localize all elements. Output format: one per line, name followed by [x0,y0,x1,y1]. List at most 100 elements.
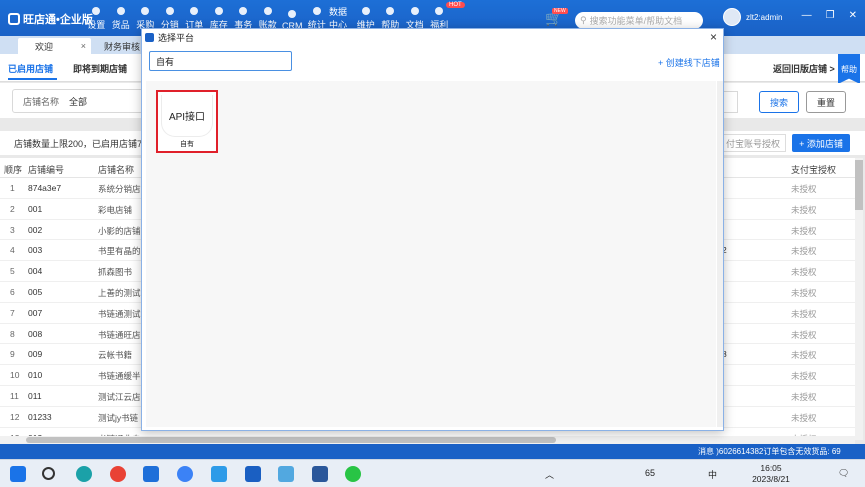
cell-num: 1 [10,183,15,193]
close-window-button[interactable]: ✕ [849,10,857,21]
cell-name: 测试jy书链 [98,412,139,423]
menu-icon [165,7,174,15]
header-store-no: 店铺编号 [28,165,65,175]
cell-no: 010 [28,370,43,381]
tray-number: 65 [645,468,656,478]
close-tab-icon[interactable]: × [81,41,86,51]
tray-chevron-icon[interactable]: ︿ [545,468,554,481]
cell-ali: 未授权 [791,246,817,257]
cell-no: 01233 [28,411,52,422]
menu-icon [263,7,272,15]
cell-num: 8 [10,328,15,339]
new-badge: NEW [552,8,568,14]
cell-ali: 未授权 [791,412,817,423]
cell-name: 彩电店铺 [98,204,133,215]
horizontal-scroll-thumb[interactable] [26,437,556,443]
tab-enabled-stores[interactable]: 已启用店铺 [8,62,58,80]
wangdiantong-icon[interactable] [211,466,227,482]
menu-search-input[interactable]: ⚲ 搜索功能菜单/帮助文档 [575,12,703,29]
restore-button[interactable]: ❐ [826,10,835,21]
dialog-titlebar: 选择平台 × [142,29,723,45]
menu-item[interactable]: 货品 [109,4,134,34]
status-message[interactable]: 消息 )60266143​82订单包含无效货品: 69 [698,446,841,457]
menu-icon [361,7,370,15]
tab-welcome[interactable]: 欢迎 × [18,38,91,54]
cell-ali: 未授权 [791,371,817,382]
cell-no: 008 [28,328,43,339]
dialog-close-button[interactable]: × [710,30,717,44]
status-bar: 消息 )60266143​82订单包含无效货品: 69 [0,444,865,459]
mail-icon[interactable] [278,466,294,482]
chrome-icon[interactable] [110,466,126,482]
cell-ali: 未授权 [791,204,817,215]
cell-name: 小影的店铺 [98,225,141,236]
clock-time: 16:05 [760,463,782,473]
cell-name: 云帐书籍 [98,350,133,361]
tab-finance-audit[interactable]: 财务审核 [104,38,140,54]
brand-name: 旺店通•企业版 [23,14,93,26]
notification-icon[interactable]: 🗨 [838,468,849,479]
cell-num: 4 [10,245,15,256]
add-store-button[interactable]: + 添加店铺 [792,134,850,152]
menu-icon [386,7,395,15]
cell-no: 005 [28,286,43,297]
tab-expiring-stores[interactable]: 即将到期店铺 [73,62,127,75]
search-app-icon[interactable] [177,466,193,482]
word-icon[interactable] [312,466,328,482]
wechat-icon[interactable] [345,466,361,482]
alipay-auth-button[interactable]: 付宝账号授权 [721,134,786,152]
edge-icon[interactable] [76,466,92,482]
tab-label: 财务审核 [104,41,141,52]
dialog-title: 选择平台 [158,32,195,43]
search-placeholder: 搜索功能菜单/帮助文档 [589,16,683,26]
reset-button[interactable]: 重置 [806,91,846,113]
cell-ali: 未授权 [791,287,817,298]
app-icon[interactable] [143,466,159,482]
cell-ali: 未授权 [791,391,817,402]
platform-card-api[interactable]: API接口 自有 [156,90,218,153]
menu-icon [190,7,199,15]
windows-start-icon[interactable] [10,466,26,482]
cell-num: 10 [10,370,20,381]
search-icon: ⚲ [580,15,587,25]
clock[interactable]: 16:05 2023/8/21 [750,463,792,485]
cell-num: 7 [10,307,15,318]
username[interactable]: zlt2:admin [746,13,782,22]
cell-no: 002 [28,224,43,235]
cell-no: 011 [28,390,42,401]
menu-icon [214,7,223,15]
dialog-scrollbar[interactable] [717,81,723,427]
cell-num: 6 [10,286,15,297]
select-platform-dialog: 选择平台 × + 创建线下店铺 API接口 自有 [141,28,724,431]
cell-no: 009 [28,349,43,360]
cell-ali: 未授权 [791,225,817,236]
minimize-button[interactable]: — [802,10,812,21]
platform-label: 自有 [180,141,194,148]
cell-num: 2 [10,203,15,214]
cell-name: 书链通测试 [98,308,141,319]
search-icon[interactable] [42,467,55,480]
clock-date: 2023/8/21 [752,474,790,484]
avatar[interactable] [723,8,741,26]
dialog-app-icon [145,32,154,42]
wangdiantong-active-icon[interactable] [245,466,261,482]
cell-num: 12 [10,411,20,422]
create-offline-store-link[interactable]: + 创建线下店铺 [658,56,720,69]
cell-no: 003 [28,245,43,256]
menu-icon [288,10,297,18]
input-language[interactable]: 中 [708,468,717,481]
search-button[interactable]: 搜索 [759,91,799,113]
cell-name: 书链通缓半 [98,371,141,382]
cell-num: 3 [10,224,15,235]
cell-no: 874a3e7 [28,183,62,193]
cell-no: 007 [28,307,43,318]
vertical-scroll-thumb[interactable] [855,160,863,210]
platform-search-input[interactable] [149,51,292,71]
header-store-name: 店铺名称 [98,165,135,175]
menu-item[interactable]: 设置 [84,4,109,34]
back-to-old-version-link[interactable]: 返回旧版店铺 > [773,62,835,75]
store-name-filter[interactable]: 店铺名称 全部 [12,89,147,113]
cell-ali: 未授权 [791,329,817,340]
windows-taskbar: ︿ 65 中 16:05 2023/8/21 🗨 [0,459,865,487]
brand-logo: 旺店通•企业版 [8,11,93,27]
